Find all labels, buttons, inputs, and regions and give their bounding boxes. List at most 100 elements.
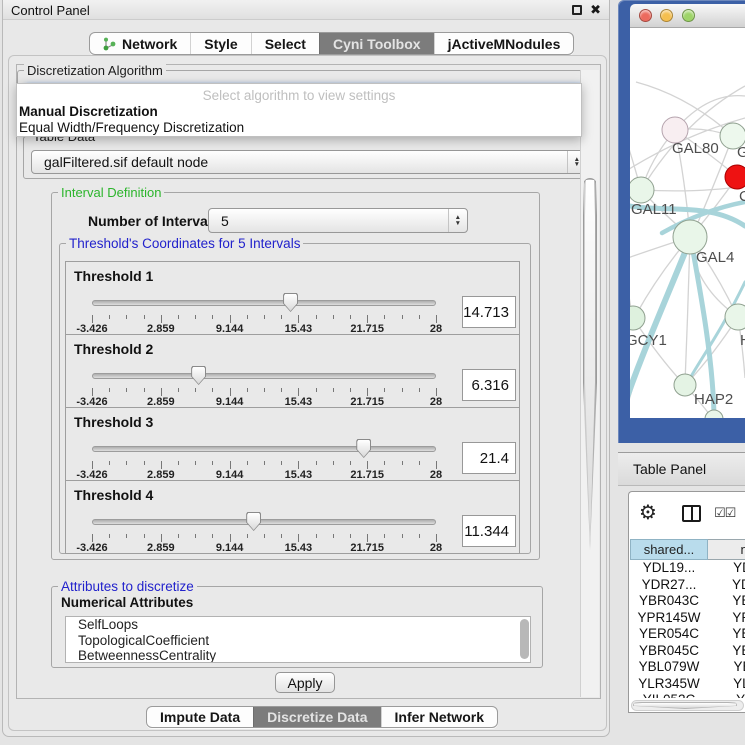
bottom-tab-infer-network[interactable]: Infer Network xyxy=(381,707,497,727)
table-cell[interactable]: YDR2 xyxy=(708,577,745,594)
close-traffic-light[interactable] xyxy=(639,9,652,22)
combo-arrows-icon[interactable] xyxy=(448,209,467,232)
scrollbar-thumb[interactable] xyxy=(633,702,737,709)
threshold-value-input[interactable] xyxy=(462,369,516,401)
table-cell[interactable]: YER054C xyxy=(630,626,708,643)
checkbox-icons[interactable]: ☑☑ xyxy=(714,505,735,521)
gear-icon[interactable]: ⚙ xyxy=(639,500,657,525)
table-cell[interactable]: YBR0 xyxy=(708,643,745,660)
numerical-attributes-list[interactable]: SelfLoopsTopologicalCoefficientBetweenne… xyxy=(65,616,531,663)
scrollbar-thumb[interactable] xyxy=(583,178,597,550)
network-canvas[interactable]: GAL80GACGAL11GAL4GCY1HHAP2 xyxy=(630,28,745,418)
algorithm-dropdown-popup: Select algorithm to view settings Manual… xyxy=(16,83,582,137)
table-cell[interactable]: YBL0 xyxy=(708,659,745,676)
slider-tick xyxy=(264,461,265,465)
slider-thumb[interactable] xyxy=(283,293,298,312)
number-of-intervals-value: 5 xyxy=(209,213,229,229)
table-cell[interactable]: YER0 xyxy=(708,626,745,643)
attribute-item[interactable]: SelfLoops xyxy=(66,617,530,633)
table-cell[interactable]: YPR145W xyxy=(630,610,708,627)
float-window-icon[interactable] xyxy=(572,5,582,15)
top-tab-bar: NetworkStyleSelectCyni ToolboxjActiveMNo… xyxy=(89,32,574,55)
slider-tick xyxy=(126,461,127,465)
apply-button[interactable]: Apply xyxy=(275,672,335,693)
algorithm-option-manual[interactable]: Manual Discretization xyxy=(19,104,158,119)
table-cell[interactable]: YLR345W xyxy=(630,676,708,693)
slider-track[interactable] xyxy=(92,446,436,452)
number-of-intervals-combobox[interactable]: 5 xyxy=(208,208,468,233)
graph-node-red[interactable] xyxy=(725,165,745,189)
table-cell[interactable]: YPR1 xyxy=(708,610,745,627)
algorithm-option-equal-width[interactable]: Equal Width/Frequency Discretization xyxy=(19,120,244,135)
threshold-value-input[interactable] xyxy=(462,296,516,328)
slider-track[interactable] xyxy=(92,373,436,379)
slider-tick xyxy=(247,315,248,319)
table-cell[interactable]: YIL0 xyxy=(708,692,745,698)
slider-tick xyxy=(402,534,403,538)
table-row[interactable]: YLR345WYLR3 xyxy=(630,676,745,693)
attribute-item[interactable]: TopologicalCoefficient xyxy=(66,633,530,649)
table-column-header[interactable]: n... xyxy=(708,539,745,560)
close-icon[interactable]: ✖ xyxy=(590,2,601,18)
slider-tick xyxy=(247,461,248,465)
table-row[interactable]: YBR045CYBR0 xyxy=(630,643,745,660)
slider-track[interactable] xyxy=(92,519,436,525)
table-cell[interactable]: YIL052C xyxy=(630,692,708,698)
table-data-value: galFiltered.sif default node xyxy=(32,154,208,170)
slider-tick xyxy=(350,534,351,538)
column-layout-icon[interactable] xyxy=(682,505,701,522)
attributes-list-scrollbar[interactable] xyxy=(520,619,529,659)
table-row[interactable]: YPR145WYPR1 xyxy=(630,610,745,627)
table-panel-window: ⚙ ☑☑ shared...n... YDL19...YDL1YDR27...Y… xyxy=(628,491,745,713)
bottom-tab-discretize-data[interactable]: Discretize Data xyxy=(253,707,380,727)
graph-node-label: GCY1 xyxy=(630,332,667,349)
table-horizontal-scrollbar[interactable] xyxy=(631,700,744,711)
tab-cyni-toolbox[interactable]: Cyni Toolbox xyxy=(319,33,434,54)
table-row[interactable]: YDR27...YDR2 xyxy=(630,577,745,594)
number-of-intervals-label: Number of Intervals xyxy=(88,213,219,229)
graph-node-hap2[interactable] xyxy=(674,374,696,396)
slider-thumb[interactable] xyxy=(246,512,261,531)
table-cell[interactable]: YBR0 xyxy=(708,593,745,610)
minimize-traffic-light[interactable] xyxy=(660,9,673,22)
table-cell[interactable]: YBL079W xyxy=(630,659,708,676)
table-data-combobox[interactable]: galFiltered.sif default node xyxy=(31,150,587,174)
table-row[interactable]: YER054CYER0 xyxy=(630,626,745,643)
table-row[interactable]: YBR043CYBR0 xyxy=(630,593,745,610)
attribute-item[interactable]: BetweennessCentrality xyxy=(66,648,530,663)
main-vertical-scrollbar[interactable] xyxy=(580,70,599,697)
threshold-value-input[interactable] xyxy=(462,442,516,474)
slider-tick xyxy=(212,315,213,319)
table-column-header[interactable]: shared... xyxy=(630,539,708,560)
table-row[interactable]: YIL052CYIL0 xyxy=(630,692,745,698)
threshold-row: Threshold 3-3.4262.8599.14415.4321.71528 xyxy=(65,407,520,481)
slider-thumb[interactable] xyxy=(191,366,206,385)
tab-network[interactable]: Network xyxy=(90,33,190,54)
slider-tick xyxy=(230,534,231,542)
bottom-tab-impute-data[interactable]: Impute Data xyxy=(147,707,253,727)
table-cell[interactable]: YDL19... xyxy=(630,560,708,577)
tab-jactivemnodules[interactable]: jActiveMNodules xyxy=(434,33,574,54)
table-cell[interactable]: YDR27... xyxy=(630,577,708,594)
table-row[interactable]: YBL079WYBL0 xyxy=(630,659,745,676)
table-cell[interactable]: YDL1 xyxy=(708,560,745,577)
graph-node-label: GAL80 xyxy=(672,140,719,157)
table-cell[interactable]: YBR043C xyxy=(630,593,708,610)
tab-select[interactable]: Select xyxy=(251,33,319,54)
tab-label: Discretize Data xyxy=(267,709,367,725)
slider-tick xyxy=(144,315,145,319)
graph-node-gcy1[interactable] xyxy=(630,306,645,330)
threshold-value-input[interactable] xyxy=(462,515,516,547)
zoom-traffic-light[interactable] xyxy=(682,9,695,22)
numerical-attributes-label: Numerical Attributes xyxy=(61,595,193,610)
table-cell[interactable]: YLR3 xyxy=(708,676,745,693)
tab-style[interactable]: Style xyxy=(190,33,250,54)
table-row[interactable]: YDL19...YDL1 xyxy=(630,560,745,577)
network-icon xyxy=(103,37,116,51)
slider-thumb[interactable] xyxy=(356,439,371,458)
slider-track[interactable] xyxy=(92,300,436,306)
graph-node-right-h[interactable] xyxy=(725,304,745,330)
graph-node-gal11[interactable] xyxy=(630,177,654,203)
table-cell[interactable]: YBR045C xyxy=(630,643,708,660)
slider-tick xyxy=(281,315,282,319)
